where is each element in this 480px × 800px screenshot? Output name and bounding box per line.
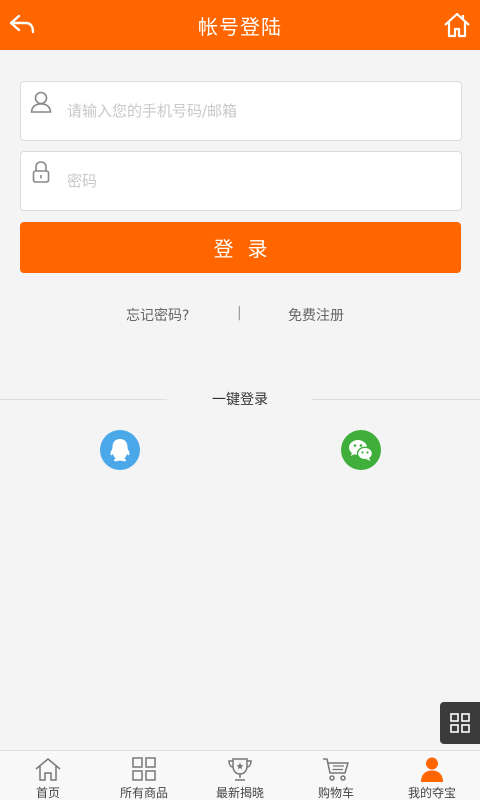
tab-cart-label: 购物车 — [317, 786, 354, 800]
username-field — [20, 81, 462, 141]
tab-all-products-label: 所有商品 — [119, 786, 168, 800]
tab-latest-reveal-label: 最新揭晓 — [215, 786, 264, 800]
grid-icon — [450, 713, 470, 733]
back-arrow-icon[interactable] — [6, 9, 38, 41]
auth-links: 忘记密码? | 免费注册 — [0, 305, 480, 327]
page-title: 帐号登陆 — [198, 14, 282, 39]
home-outline-icon — [35, 758, 61, 781]
wechat-login-button[interactable] — [341, 430, 381, 470]
register-link[interactable]: 免费注册 — [288, 305, 344, 325]
tab-home-label: 首页 — [35, 786, 60, 800]
user-icon — [30, 91, 52, 113]
qq-icon — [110, 439, 130, 462]
tab-all-products[interactable]: 所有商品 — [96, 751, 192, 800]
login-button[interactable]: 登录 — [20, 222, 461, 273]
password-field — [20, 151, 462, 211]
tab-cart[interactable]: 购物车 — [288, 751, 384, 800]
home-icon[interactable] — [442, 10, 472, 40]
lock-icon — [32, 161, 50, 183]
bottom-tab-bar: 首页 所有商品 最新揭晓 购物车 我的夺宝 — [0, 750, 480, 800]
tab-home[interactable]: 首页 — [0, 751, 96, 800]
wechat-icon — [349, 440, 374, 461]
login-page: 帐号登陆 登录 忘记密码? | 免费注册 一键登录 — [0, 0, 480, 800]
person-icon — [421, 757, 443, 782]
one-click-login-title: 一键登录 — [212, 392, 268, 408]
username-input[interactable] — [67, 82, 457, 140]
tab-latest-reveal[interactable]: 最新揭晓 — [192, 751, 288, 800]
trophy-icon — [228, 758, 252, 781]
link-separator: | — [237, 305, 242, 321]
header-bar: 帐号登陆 — [0, 0, 480, 50]
cart-icon — [323, 758, 349, 781]
floating-menu-button[interactable] — [440, 702, 480, 744]
grid-outline-icon — [132, 757, 156, 781]
password-input[interactable] — [67, 152, 457, 210]
tab-my-treasure-label: 我的夺宝 — [407, 786, 456, 800]
qq-login-button[interactable] — [100, 430, 140, 470]
tab-my-treasure[interactable]: 我的夺宝 — [384, 751, 480, 800]
forgot-password-link[interactable]: 忘记密码? — [126, 305, 189, 325]
